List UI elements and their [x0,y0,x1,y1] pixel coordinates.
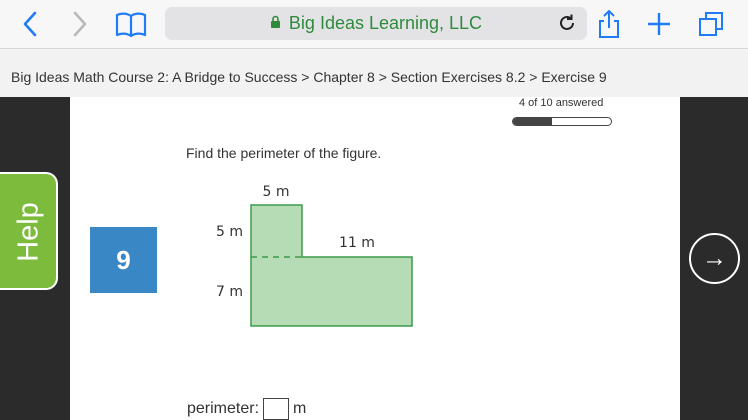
label-left-upper: 5 m [216,224,243,240]
label-right-top: 11 m [339,235,375,251]
composite-rectangle-figure: 5 m 5 m 7 m 11 m [216,184,413,327]
figure-shape [250,204,413,327]
perimeter-label: perimeter: [187,400,260,417]
label-left-lower: 7 m [216,284,243,300]
label-top-width: 5 m [263,184,290,200]
answer-row: perimeter: m [187,398,306,420]
perimeter-input[interactable] [263,398,290,420]
unit-label: m [293,400,307,417]
